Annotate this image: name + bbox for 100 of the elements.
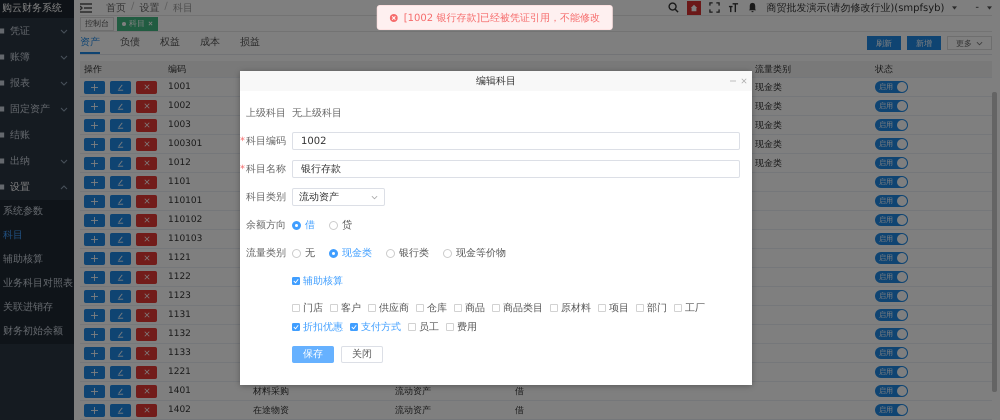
checkbox-icon[interactable] [416, 304, 424, 312]
menu-item[interactable]: 设置 [0, 174, 74, 200]
tab[interactable]: 成本 [200, 32, 220, 54]
edit-button[interactable] [110, 138, 131, 150]
menu-item[interactable]: 账簿 [0, 44, 74, 70]
checkbox-option[interactable]: 费用 [446, 320, 477, 334]
edit-button[interactable] [110, 176, 131, 188]
delete-button[interactable] [136, 366, 157, 378]
edit-button[interactable] [110, 290, 131, 302]
add-button[interactable] [84, 80, 105, 94]
radio-icon[interactable] [329, 220, 338, 230]
page-tag[interactable]: 控制台 [80, 16, 114, 30]
add-button[interactable] [84, 308, 105, 322]
input-field[interactable]: 1002 [292, 132, 740, 150]
radio-option[interactable]: 现金等价物 [443, 246, 506, 260]
add-button[interactable] [84, 270, 105, 284]
radio-icon[interactable] [443, 248, 452, 258]
delete-button[interactable] [136, 308, 157, 322]
bell-icon[interactable] [747, 2, 758, 13]
delete-button[interactable] [136, 214, 157, 226]
radio-icon[interactable] [386, 248, 395, 258]
add-button[interactable] [84, 252, 105, 264]
checkbox-icon[interactable] [454, 304, 462, 312]
delete-button[interactable] [136, 156, 157, 170]
delete-button[interactable] [136, 252, 157, 264]
toolbar-button[interactable]: 新增 [907, 36, 941, 50]
delete-button[interactable] [136, 384, 157, 398]
add-button[interactable] [84, 232, 105, 246]
checkbox-option[interactable]: 支付方式 [350, 320, 401, 334]
tab[interactable]: 损益 [240, 32, 260, 54]
breadcrumb-link[interactable]: 首页 [106, 0, 126, 14]
tab[interactable]: 权益 [160, 32, 180, 54]
radio-option[interactable]: 借 [292, 218, 315, 232]
minimize-icon[interactable] [730, 78, 736, 84]
submenu-item[interactable]: 财务初始余额 [0, 320, 74, 344]
edit-button[interactable] [110, 194, 131, 208]
scrollbar[interactable] [992, 92, 997, 392]
menu-icon[interactable] [80, 2, 92, 12]
checkbox-icon[interactable] [292, 323, 300, 331]
menu-item[interactable]: 固定资产 [0, 96, 74, 122]
checkbox-icon[interactable] [330, 304, 338, 312]
save-button[interactable]: 保存 [292, 346, 334, 362]
delete-button[interactable] [136, 328, 157, 340]
input-field[interactable]: 银行存款 [292, 160, 740, 178]
add-button[interactable] [84, 384, 105, 398]
menu-item[interactable]: 凭证 [0, 18, 74, 44]
radio-icon[interactable] [292, 248, 301, 258]
edit-button[interactable] [110, 308, 131, 322]
submenu-item[interactable]: 科目 [0, 224, 74, 248]
expand-icon[interactable] [709, 2, 720, 13]
delete-button[interactable] [136, 138, 157, 150]
checkbox-icon[interactable] [550, 304, 558, 312]
radio-option[interactable]: 贷 [329, 218, 352, 232]
add-button[interactable] [84, 328, 105, 340]
menu-item[interactable]: 结账 [0, 122, 74, 148]
checkbox-option[interactable]: 仓库 [416, 301, 447, 315]
delete-button[interactable] [136, 404, 157, 416]
delete-button[interactable] [136, 176, 157, 188]
breadcrumb-link[interactable]: 设置 [139, 0, 160, 14]
tab[interactable]: 资产 [80, 32, 100, 54]
radio-option[interactable]: 银行类 [386, 246, 429, 260]
edit-button[interactable] [110, 80, 131, 94]
edit-button[interactable] [110, 252, 131, 264]
radio-icon[interactable] [329, 248, 338, 258]
add-button[interactable] [84, 156, 105, 170]
delete-button[interactable] [136, 232, 157, 246]
checkbox-option[interactable]: 原材料 [550, 301, 591, 315]
checkbox-icon[interactable] [408, 323, 416, 331]
delete-button[interactable] [136, 100, 157, 112]
menu-item[interactable]: 报表 [0, 70, 74, 96]
checkbox-icon[interactable] [598, 304, 606, 312]
delete-button[interactable] [136, 346, 157, 360]
add-button[interactable] [84, 176, 105, 188]
close-button[interactable]: 关闭 [341, 346, 383, 362]
submenu-item[interactable]: 业务科目对照表 [0, 272, 74, 296]
more-dropdown[interactable]: 更多 [947, 36, 992, 50]
edit-button[interactable] [110, 366, 131, 378]
checkbox-option[interactable]: 商品类目 [492, 301, 543, 315]
page-tag[interactable]: 科目 [117, 16, 158, 30]
edit-button[interactable] [110, 232, 131, 246]
edit-button[interactable] [110, 328, 131, 340]
user-name[interactable]: 商贸批发演示(请勿修改行业)(smpfsyb) [766, 0, 944, 14]
add-button[interactable] [84, 194, 105, 208]
checkbox-icon[interactable] [492, 304, 500, 312]
delete-button[interactable] [136, 80, 157, 94]
checkbox-option[interactable]: 员工 [408, 320, 439, 334]
checkbox-option[interactable]: 项目 [598, 301, 629, 315]
text-size-icon[interactable] [728, 2, 740, 13]
edit-button[interactable] [110, 214, 131, 226]
edit-button[interactable] [110, 346, 131, 360]
checkbox-option[interactable]: 部门 [636, 301, 667, 315]
search-icon[interactable] [668, 2, 680, 13]
checkbox-icon[interactable] [446, 323, 454, 331]
caret-icon[interactable] [987, 6, 992, 10]
edit-button[interactable] [110, 100, 131, 112]
checkbox-icon[interactable] [292, 304, 300, 312]
home-button[interactable] [687, 0, 702, 14]
select-field[interactable]: 流动资产 [292, 188, 385, 206]
checkbox-option[interactable]: 门店 [292, 301, 323, 315]
toolbar-button[interactable]: 刷新 [867, 36, 901, 50]
